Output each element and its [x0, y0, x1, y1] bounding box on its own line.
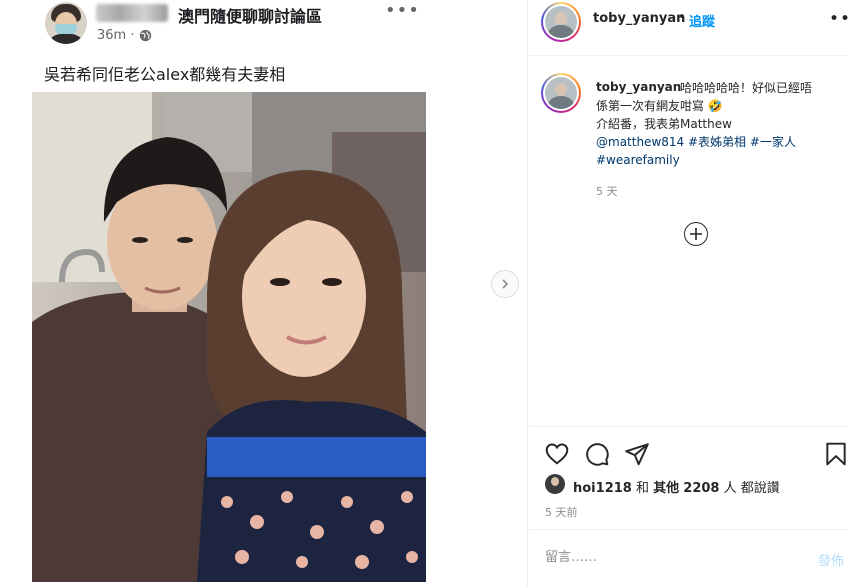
paper-plane-icon[interactable] [624, 441, 650, 467]
fb-group-name: 澳門隨便聊聊討論區 [178, 7, 323, 26]
globe-icon [139, 29, 152, 42]
more-options-icon[interactable]: ••• [829, 9, 848, 29]
plus-circle-icon [690, 228, 702, 240]
fb-post-time: 36m · [97, 28, 135, 43]
actions-section: hoi1218 和 其他 2208 人 都說讚 5 天前 發佈 [529, 426, 848, 587]
comment-box: 發佈 [529, 529, 848, 587]
caption-line-3: 介紹番，我表弟Matthew [596, 117, 732, 131]
post-media: 澳門隨便聊聊討論區 36m · ••• 吳若希同佢老公alex都幾有夫妻相 [0, 0, 528, 587]
post-comment-button[interactable]: 發佈 [818, 550, 844, 569]
rofl-emoji: 🤣 [707, 99, 723, 113]
caption-username[interactable]: toby_yanyan [596, 80, 681, 94]
caption-line-1: 哈哈哈哈哈！好似已經唔 [680, 81, 813, 95]
author-avatar[interactable] [541, 2, 581, 42]
selfie-photo [32, 92, 426, 582]
liker-username[interactable]: hoi1218 [573, 481, 632, 496]
comment-icon[interactable] [584, 441, 610, 467]
load-more-comments-button[interactable] [684, 222, 708, 246]
heart-icon[interactable] [544, 441, 570, 467]
hashtag-link[interactable]: #一家人 [750, 135, 796, 149]
fb-post-text: 吳若希同佢老公alex都幾有夫妻相 [44, 65, 286, 84]
post-photo [32, 92, 426, 582]
likes-summary[interactable]: hoi1218 和 其他 2208 人 都說讚 [573, 477, 780, 496]
hashtag-link[interactable]: #wearefamily [596, 151, 680, 169]
mention-link[interactable]: @matthew814 [596, 135, 684, 149]
post-side-panel: toby_yanyan • 追蹤 ••• toby_yanyan 哈哈哈哈哈！好… [529, 0, 848, 587]
author-username[interactable]: toby_yanyan [593, 11, 685, 26]
post-header: toby_yanyan • 追蹤 ••• [529, 0, 848, 56]
caption-line-2: 係第一次有網友咁寫 🤣 [596, 99, 723, 113]
bookmark-icon[interactable] [823, 441, 848, 467]
caption-time: 5 天 [596, 185, 618, 198]
liker-avatar[interactable] [545, 474, 565, 494]
caption-avatar[interactable] [541, 73, 581, 113]
blurred-poster-name [96, 4, 168, 22]
next-photo-button[interactable] [491, 270, 519, 298]
fb-more-options-icon: ••• [385, 0, 420, 21]
caption-line-4: @matthew814 #表姊弟相 #一家人 [596, 133, 796, 151]
chevron-right-icon [502, 279, 509, 289]
separator-dot: • [678, 10, 686, 25]
likes-count[interactable]: 2208 [683, 481, 719, 496]
comment-input[interactable] [545, 544, 785, 570]
fb-poster-avatar [45, 2, 87, 44]
post-timestamp: 5 天前 [545, 506, 578, 519]
hashtag-link[interactable]: #表姊弟相 [688, 135, 746, 149]
follow-button[interactable]: 追蹤 [689, 11, 715, 30]
